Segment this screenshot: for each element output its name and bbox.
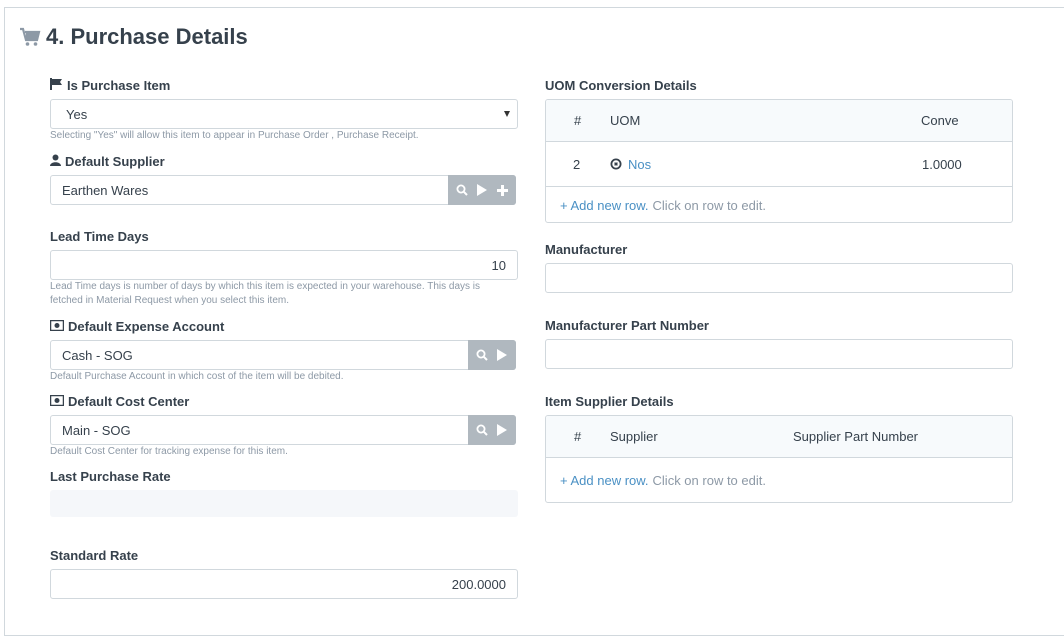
item-supplier-label-text: Item Supplier Details <box>545 394 674 409</box>
lead-time-days-input[interactable]: 10 <box>50 250 518 280</box>
supplier-header-num: # <box>574 429 582 444</box>
section-title-text: 4. Purchase Details <box>46 24 248 49</box>
is-purchase-item-label-text: Is Purchase Item <box>67 78 171 93</box>
manufacturer-part-number-input[interactable] <box>545 339 1013 369</box>
user-icon <box>50 154 61 169</box>
uom-row-uom[interactable]: Nos <box>610 142 651 186</box>
lead-time-days-help: Lead Time days is number of days by whic… <box>50 281 481 306</box>
lead-time-days-value: 10 <box>491 257 506 273</box>
uom-conversion-label-text: UOM Conversion Details <box>545 78 697 93</box>
last-purchase-rate-label: Last Purchase Rate <box>50 469 171 484</box>
search-icon[interactable] <box>474 347 490 363</box>
uom-conversion-grid: # UOM Conve 2 Nos 1.0000 + Add new row. … <box>545 99 1013 223</box>
default-expense-account-label: Default Expense Account <box>49 319 225 334</box>
default-supplier-value: Earthen Wares <box>62 182 149 198</box>
shopping-cart-icon <box>19 27 41 47</box>
uom-grid-footer: + Add new row. Click on row to edit. <box>546 187 1012 222</box>
manufacturer-input[interactable] <box>545 263 1013 293</box>
default-supplier-input[interactable]: Earthen Wares <box>50 175 516 205</box>
default-cost-center-label: Default Cost Center <box>49 394 190 409</box>
uom-add-row-link[interactable]: + Add new row. <box>560 198 649 213</box>
play-arrow-icon[interactable] <box>494 422 510 438</box>
supplier-header-supplier: Supplier <box>610 429 658 444</box>
manufacturer-part-number-label: Manufacturer Part Number <box>545 318 709 333</box>
is-purchase-item-select[interactable]: Yes <box>50 99 518 129</box>
uom-header-uom: UOM <box>610 113 641 128</box>
is-purchase-item-help: Selecting "Yes" will allow this item to … <box>50 130 419 141</box>
supplier-grid-footer: + Add new row. Click on row to edit. <box>546 458 1012 502</box>
default-expense-account-help: Default Purchase Account in which cost o… <box>50 371 344 382</box>
search-icon[interactable] <box>454 182 470 198</box>
item-supplier-label: Item Supplier Details <box>545 394 674 409</box>
standard-rate-label: Standard Rate <box>50 548 138 563</box>
item-supplier-grid: # Supplier Supplier Part Number + Add ne… <box>545 415 1013 503</box>
supplier-add-row-hint: Click on row to edit. <box>652 473 766 488</box>
link-circle-icon <box>610 158 622 170</box>
money-icon <box>49 394 65 409</box>
manufacturer-label: Manufacturer <box>545 242 627 257</box>
manufacturer-part-number-label-text: Manufacturer Part Number <box>545 318 709 333</box>
default-cost-center-input[interactable]: Main - SOG <box>50 415 516 445</box>
uom-grid-header: # UOM Conve <box>546 100 1012 142</box>
play-arrow-icon[interactable] <box>494 347 510 363</box>
default-supplier-label: Default Supplier <box>50 154 165 169</box>
table-row[interactable]: 2 Nos 1.0000 <box>546 142 1012 187</box>
uom-row-num: 2 <box>573 156 581 172</box>
default-supplier-label-text: Default Supplier <box>65 154 165 169</box>
supplier-grid-header: # Supplier Supplier Part Number <box>546 416 1012 458</box>
standard-rate-input[interactable]: 200.0000 <box>50 569 518 599</box>
is-purchase-item-label: Is Purchase Item <box>50 78 170 93</box>
supplier-add-row-link[interactable]: + Add new row. <box>560 473 649 488</box>
lead-time-days-label-text: Lead Time Days <box>50 229 149 244</box>
standard-rate-value: 200.0000 <box>451 576 506 592</box>
default-cost-center-label-text: Default Cost Center <box>68 394 190 409</box>
play-arrow-icon[interactable] <box>474 182 490 198</box>
money-icon <box>49 319 65 334</box>
last-purchase-rate-value <box>50 490 518 517</box>
default-cost-center-actions <box>468 415 516 445</box>
default-expense-account-value: Cash - SOG <box>62 347 133 363</box>
is-purchase-item-value: Yes <box>66 106 88 122</box>
uom-add-row-hint: Click on row to edit. <box>652 197 766 213</box>
lead-time-days-label: Lead Time Days <box>50 229 149 244</box>
supplier-header-part: Supplier Part Number <box>793 429 918 444</box>
default-expense-account-actions <box>468 340 516 370</box>
standard-rate-label-text: Standard Rate <box>50 548 139 563</box>
uom-row-uom-link[interactable]: Nos <box>628 157 651 172</box>
uom-header-num: # <box>574 113 582 128</box>
chevron-down-icon <box>504 111 510 117</box>
flag-icon <box>50 78 63 93</box>
plus-icon[interactable] <box>494 182 510 198</box>
search-icon[interactable] <box>474 422 490 438</box>
default-expense-account-input[interactable]: Cash - SOG <box>50 340 516 370</box>
default-supplier-actions <box>448 175 516 205</box>
manufacturer-label-text: Manufacturer <box>545 242 628 257</box>
uom-row-conv: 1.0000 <box>922 156 962 172</box>
section-title: 4. Purchase Details <box>19 24 248 50</box>
default-cost-center-value: Main - SOG <box>62 422 131 438</box>
last-purchase-rate-label-text: Last Purchase Rate <box>50 469 171 484</box>
uom-header-conv: Conve <box>921 113 959 128</box>
default-expense-account-label-text: Default Expense Account <box>68 319 225 334</box>
uom-conversion-label: UOM Conversion Details <box>545 78 697 93</box>
default-cost-center-help: Default Cost Center for tracking expense… <box>50 446 288 457</box>
